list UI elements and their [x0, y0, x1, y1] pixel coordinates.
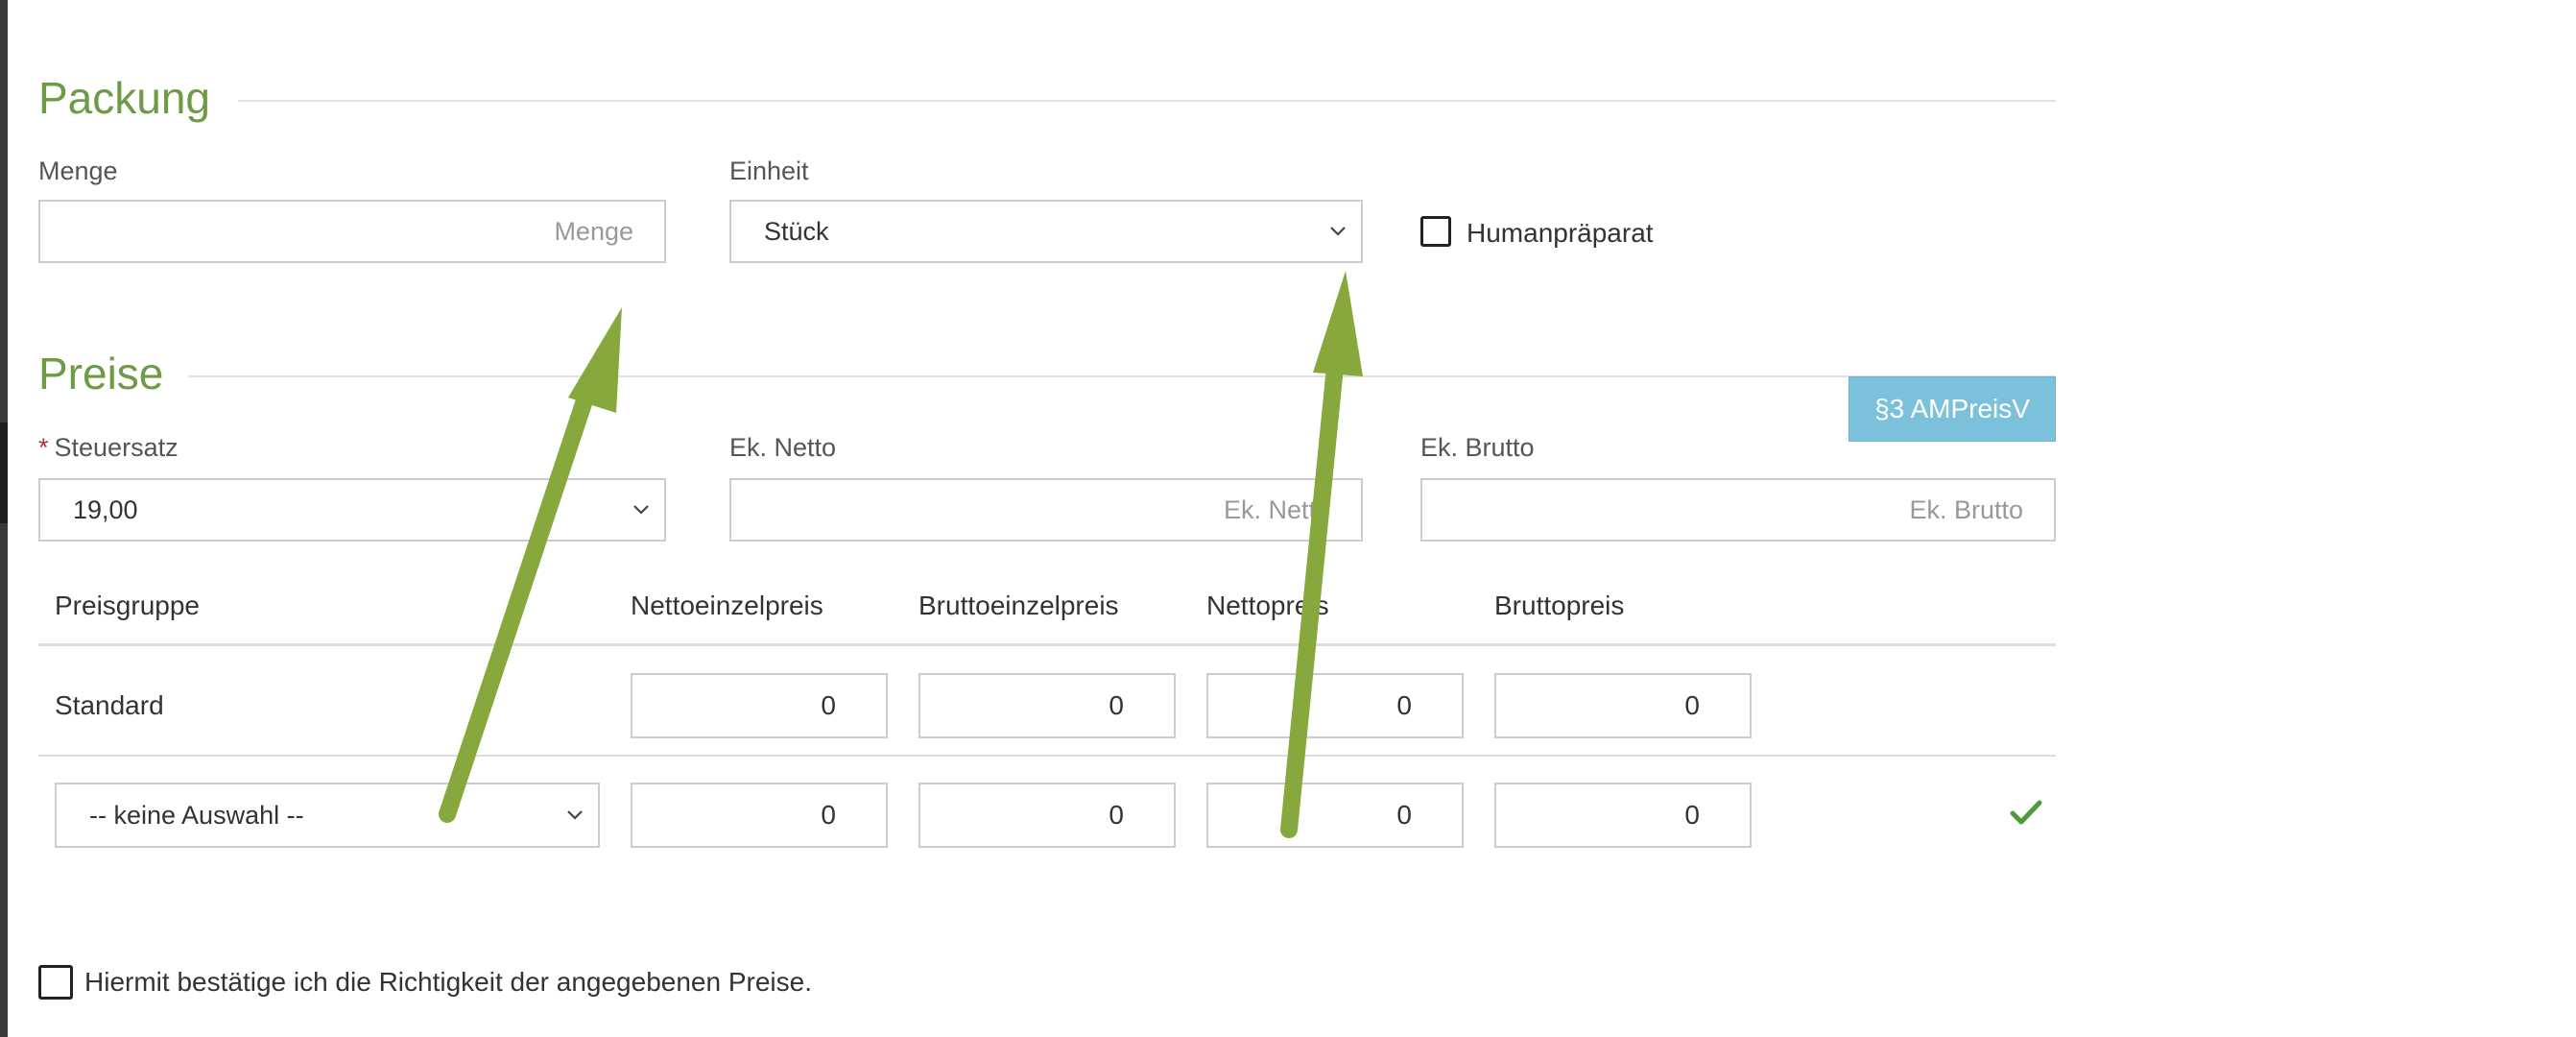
ampreisv-button[interactable]: §3 AMPreisV [1849, 376, 2056, 442]
confirmation-checkbox[interactable] [38, 965, 73, 1000]
preisgruppe-standard: Standard [55, 690, 164, 720]
bruttopreis-input[interactable] [1496, 784, 1750, 846]
section-divider-preise [188, 375, 2056, 377]
steuersatz-selected-value: 19,00 [73, 494, 138, 524]
bruttoeinzelpreis-field-standard[interactable] [918, 673, 1176, 738]
einheit-selected-value: Stück [764, 216, 829, 246]
column-header-preisgruppe: Preisgruppe [55, 591, 200, 620]
chevron-down-icon [632, 480, 651, 540]
nettopreis-field-new[interactable] [1206, 783, 1464, 848]
bruttopreis-input[interactable] [1496, 675, 1750, 736]
preisgruppe-selected-value: -- keine Auswahl -- [89, 800, 304, 830]
column-header-nettoeinzelpreis: Nettoeinzelpreis [631, 591, 823, 620]
chevron-down-icon [1328, 202, 1348, 261]
einheit-label: Einheit [729, 157, 809, 185]
bruttopreis-field-standard[interactable] [1494, 673, 1752, 738]
arrow-icon [439, 307, 622, 823]
nettoeinzelpreis-input[interactable] [632, 784, 886, 846]
einheit-select[interactable]: Stück [729, 200, 1363, 263]
table-row-divider [38, 755, 2056, 757]
ek-netto-field[interactable] [729, 478, 1363, 542]
column-header-bruttopreis: Bruttopreis [1494, 591, 1625, 620]
bruttopreis-field-new[interactable] [1494, 783, 1752, 848]
required-marker: * [38, 433, 49, 462]
nettopreis-input[interactable] [1208, 784, 1462, 846]
section-title-preise: Preise [38, 349, 164, 398]
nettoeinzelpreis-input[interactable] [632, 675, 886, 736]
nettopreis-input[interactable] [1208, 675, 1462, 736]
bruttoeinzelpreis-input[interactable] [920, 784, 1174, 846]
page: Packung Menge Einheit Stück Humanpräpara… [0, 0, 2576, 1037]
ek-netto-input[interactable] [731, 480, 1361, 540]
nettoeinzelpreis-field-standard[interactable] [631, 673, 888, 738]
left-edge-marker [0, 422, 8, 523]
column-header-nettopreis: Nettopreis [1206, 591, 1329, 620]
section-title-packung: Packung [38, 73, 211, 123]
bruttoeinzelpreis-field-new[interactable] [918, 783, 1176, 848]
preisgruppe-select[interactable]: -- keine Auswahl -- [55, 783, 600, 848]
steuersatz-label-text: Steuersatz [54, 433, 179, 462]
ek-brutto-field[interactable] [1420, 478, 2056, 542]
menge-field[interactable] [38, 200, 666, 263]
table-header-divider [38, 643, 2056, 646]
menge-input[interactable] [40, 202, 664, 261]
humanpraeparat-checkbox[interactable] [1420, 216, 1451, 247]
nettopreis-field-standard[interactable] [1206, 673, 1464, 738]
ek-brutto-input[interactable] [1422, 480, 2054, 540]
steuersatz-label: * Steuersatz [38, 435, 179, 461]
nettoeinzelpreis-field-new[interactable] [631, 783, 888, 848]
menge-label: Menge [38, 157, 118, 185]
chevron-down-icon [565, 784, 584, 846]
section-divider-packung [238, 100, 2056, 102]
steuersatz-select[interactable]: 19,00 [38, 478, 666, 542]
checkmark-icon[interactable] [2010, 799, 2042, 828]
arrow-icon [1280, 271, 1363, 838]
humanpraeparat-label: Humanpräparat [1467, 218, 1654, 248]
bruttoeinzelpreis-input[interactable] [920, 675, 1174, 736]
column-header-bruttoeinzelpreis: Bruttoeinzelpreis [918, 591, 1119, 620]
ek-netto-label: Ek. Netto [729, 433, 837, 462]
confirmation-label: Hiermit bestätige ich die Richtigkeit de… [84, 967, 812, 997]
ek-brutto-label: Ek. Brutto [1420, 433, 1535, 462]
